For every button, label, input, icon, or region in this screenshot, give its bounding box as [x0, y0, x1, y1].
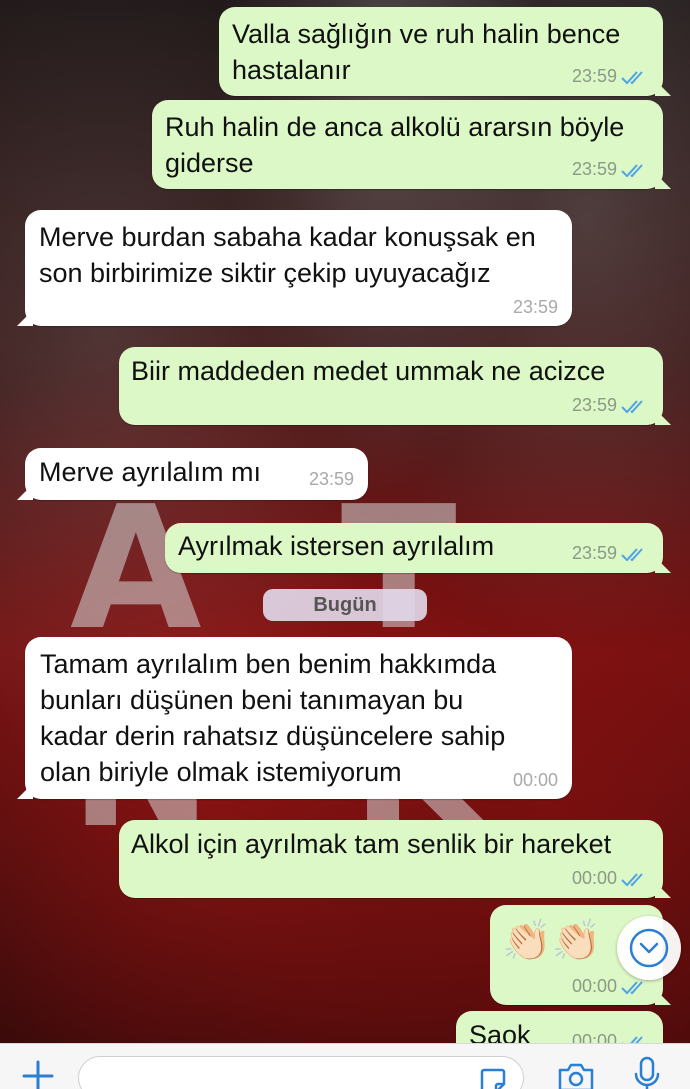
- message-bubble-outgoing[interactable]: Ayrılmak istersen ayrılalım 23:59: [165, 523, 671, 573]
- double-check-icon: [621, 399, 643, 413]
- message-meta: 00:00: [513, 770, 558, 791]
- bubble-tail: [655, 989, 671, 1005]
- bubble-tail: [655, 882, 671, 898]
- message-bubble-outgoing[interactable]: Alkol için ayrılmak tam senlik bir harek…: [119, 820, 671, 898]
- message-meta: 23:59: [572, 543, 649, 564]
- message-bubble-incoming[interactable]: Merve ayrılalım mı 23:59: [17, 448, 368, 500]
- message-input-bar: [0, 1043, 690, 1089]
- plus-icon[interactable]: [20, 1058, 56, 1089]
- message-input[interactable]: [78, 1056, 524, 1089]
- message-meta: 23:59: [309, 469, 354, 490]
- message-text: Ayrılmak istersen ayrılalım: [178, 531, 495, 561]
- message-meta: 23:59: [572, 395, 649, 416]
- message-meta: 23:59: [513, 297, 558, 318]
- message-time: 23:59: [571, 395, 617, 415]
- message-text: Merve ayrılalım mı: [39, 457, 262, 487]
- message-time: 00:00: [512, 770, 558, 790]
- double-check-icon: [621, 163, 643, 177]
- message-time: 23:59: [571, 66, 617, 86]
- double-check-icon: [621, 547, 643, 561]
- camera-icon[interactable]: [556, 1060, 596, 1089]
- bubble-tail: [655, 80, 671, 96]
- message-time: 23:59: [308, 469, 354, 489]
- message-meta: 00:00: [572, 868, 649, 889]
- message-time: 23:59: [512, 297, 558, 317]
- bubble-tail: [655, 557, 671, 573]
- bubble-tail: [17, 484, 33, 500]
- scroll-to-bottom-button[interactable]: [617, 916, 681, 980]
- message-text: Alkol için ayrılmak tam senlik bir harek…: [131, 829, 612, 859]
- double-check-icon: [621, 980, 643, 994]
- message-bubble-outgoing[interactable]: Biir maddeden medet ummak ne acizce 23:5…: [119, 347, 671, 425]
- message-emoji: 👏🏻👏🏻: [502, 918, 602, 964]
- bubble-tail: [655, 409, 671, 425]
- message-text: Ruh halin de anca alkolü ararsın böyle g…: [165, 112, 625, 178]
- message-text: Merve burdan sabaha kadar konuşsak en so…: [39, 222, 536, 288]
- bubble-tail: [17, 310, 33, 326]
- message-text: Tamam ayrılalım ben benim hakkımda bunla…: [40, 649, 506, 787]
- message-bubble-outgoing[interactable]: Ruh halin de anca alkolü ararsın böyle g…: [152, 100, 671, 189]
- mic-icon[interactable]: [634, 1056, 660, 1089]
- sticker-icon[interactable]: [478, 1066, 508, 1089]
- message-meta: 00:00: [572, 976, 649, 997]
- chevron-down-icon: [629, 928, 669, 968]
- message-text: Biir maddeden medet ummak ne acizce: [131, 356, 606, 386]
- message-time: 00:00: [571, 868, 617, 888]
- message-meta: 23:59: [572, 159, 649, 180]
- message-bubble-incoming[interactable]: Merve burdan sabaha kadar konuşsak en so…: [17, 210, 572, 326]
- date-separator: Bugün: [263, 589, 427, 621]
- message-bubble-incoming[interactable]: Tamam ayrılalım ben benim hakkımda bunla…: [17, 637, 572, 799]
- message-time: 23:59: [571, 159, 617, 179]
- message-meta: 23:59: [572, 66, 649, 87]
- message-time: 23:59: [571, 543, 617, 563]
- bubble-tail: [17, 783, 33, 799]
- message-time: 00:00: [571, 976, 617, 996]
- bubble-tail: [655, 173, 671, 189]
- message-bubble-outgoing[interactable]: Valla sağlığın ve ruh halin bence hastal…: [219, 7, 671, 96]
- double-check-icon: [621, 70, 643, 84]
- double-check-icon: [621, 872, 643, 886]
- message-text: Valla sağlığın ve ruh halin bence hastal…: [232, 19, 621, 85]
